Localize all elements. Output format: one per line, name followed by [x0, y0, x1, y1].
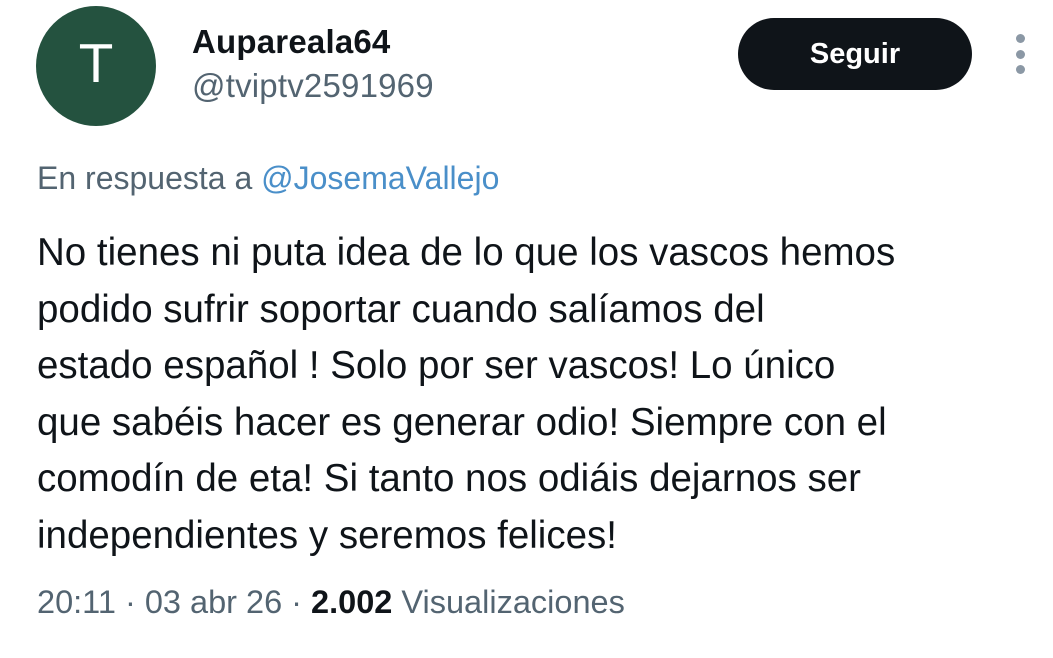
- tweet-text: No tienes ni puta idea de lo que los vas…: [37, 231, 896, 557]
- reply-context: En respuesta a @JosemaVallejo: [37, 156, 499, 200]
- avatar-letter: T: [80, 35, 112, 95]
- dot: [1015, 34, 1025, 43]
- meta-separator: ·: [115, 584, 145, 620]
- tweet-time[interactable]: 20:11: [37, 584, 116, 620]
- user-handle[interactable]: @tviptv2591969: [192, 66, 434, 106]
- avatar[interactable]: T: [36, 6, 156, 126]
- tweet-meta: 20:11 · 03 abr 26 · 2.002 Visualizacione…: [37, 580, 625, 624]
- views-count: 2.002: [311, 584, 393, 620]
- dot: [1015, 49, 1025, 59]
- views-label[interactable]: Visualizaciones: [392, 584, 624, 620]
- meta-separator: ·: [282, 584, 312, 620]
- follow-button[interactable]: Seguir: [738, 18, 972, 90]
- reply-prefix: En respuesta a: [37, 160, 262, 196]
- vertical-ellipsis-icon[interactable]: [1008, 34, 1032, 74]
- reply-to-handle-link[interactable]: @JosemaVallejo: [261, 160, 499, 196]
- tweet-date[interactable]: 03 abr 26: [145, 584, 282, 620]
- dot: [1015, 65, 1025, 74]
- display-name[interactable]: Aupareala64: [192, 22, 434, 62]
- user-info: Aupareala64 @tviptv2591969: [192, 22, 434, 106]
